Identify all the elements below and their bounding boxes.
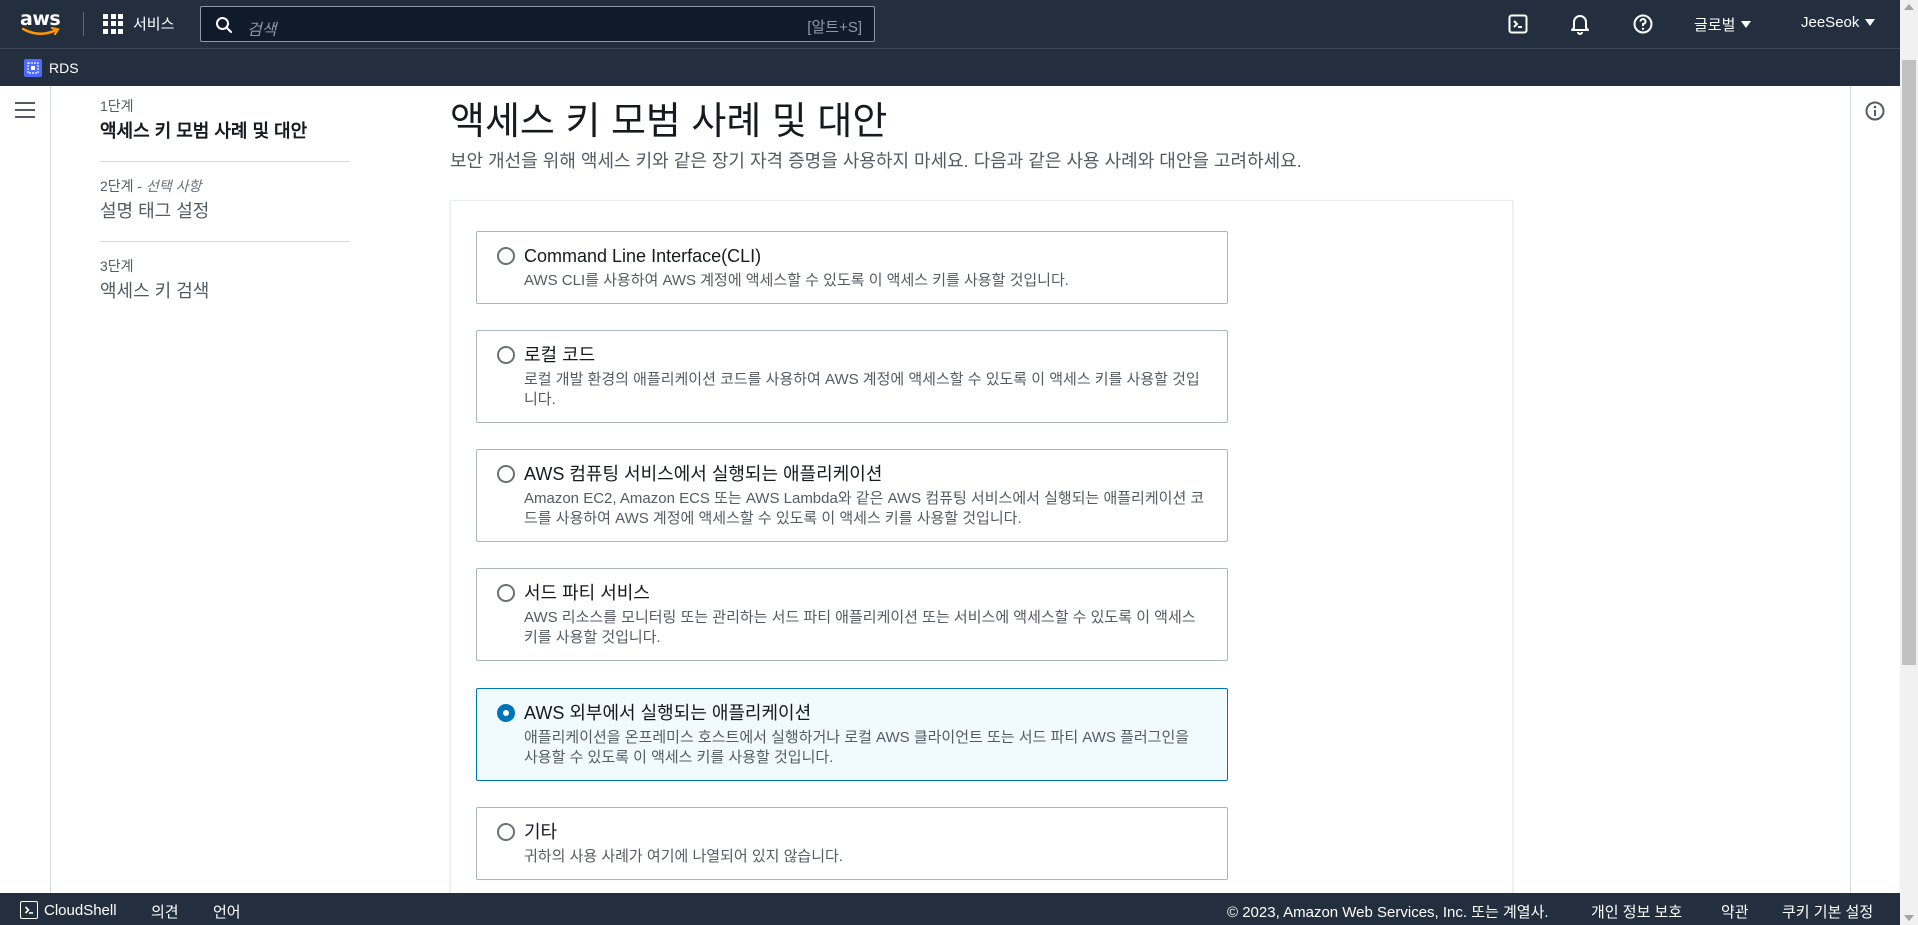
caret-down-icon [1741,21,1752,28]
language-label: 언어 [213,904,241,921]
user-label: JeeSeok [1801,14,1860,31]
aws-logo[interactable]: aws [20,10,64,38]
wizard-step-2[interactable]: 2단계 - 선택 사항 설명 태그 설정 [100,176,350,242]
option-description: AWS 리소스를 모니터링 또는 관리하는 서드 파티 애플리케이션 또는 서비… [524,609,1196,646]
cloudshell-label: CloudShell [44,901,117,919]
privacy-link[interactable]: 개인 정보 보호 [1591,901,1682,922]
search-input[interactable]: 검색 [알트+S] [200,6,875,42]
use-case-option-cli[interactable]: Command Line Interface(CLI) AWS CLI를 사용하… [476,231,1228,304]
scroll-down-arrow-icon[interactable] [1904,915,1914,921]
copyright-label: © 2023, Amazon Web Services, Inc. 또는 계열사… [1227,904,1549,921]
cloudshell-icon[interactable] [1506,12,1530,36]
privacy-label: 개인 정보 보호 [1591,904,1683,921]
services-menu-button[interactable]: 서비스 [103,13,174,34]
feedback-link[interactable]: 의견 [151,901,179,922]
option-description: 귀하의 사용 사례가 여기에 나열되어 있지 않습니다. [524,848,843,865]
help-icon[interactable] [1631,12,1655,36]
page-title: 액세스 키 모범 사례 및 대안 [450,101,888,143]
option-description: 로컬 개발 환경의 애플리케이션 코드를 사용하여 AWS 계정에 액세스할 수… [524,371,1200,408]
grid-icon [103,13,123,34]
use-case-option-aws-compute[interactable]: AWS 컴퓨팅 서비스에서 실행되는 애플리케이션 Amazon EC2, Am… [476,449,1228,542]
feedback-label: 의견 [151,904,179,921]
radio-button[interactable] [497,584,515,602]
page-description: 보안 개선을 위해 액세스 키와 같은 장기 자격 증명을 사용하지 마세요. … [450,151,1302,171]
rds-shortcut[interactable]: RDS [24,59,79,77]
copyright-text: © 2023, Amazon Web Services, Inc. 또는 계열사… [1227,901,1549,922]
step-title: 액세스 키 검색 [100,281,210,301]
use-case-option-local-code[interactable]: 로컬 코드 로컬 개발 환경의 애플리케이션 코드를 사용하여 AWS 계정에 … [476,330,1228,423]
cookie-preferences-label: 쿠키 기본 설정 [1782,904,1874,921]
option-title: 기타 [524,822,558,842]
use-case-option-outside-aws[interactable]: AWS 외부에서 실행되는 애플리케이션 애플리케이션을 온프레미스 호스트에서… [476,688,1228,781]
bell-icon[interactable] [1568,12,1592,36]
aws-logo-text: aws [20,8,61,30]
page-scrollbar[interactable] [1900,0,1918,925]
use-case-option-third-party[interactable]: 서드 파티 서비스 AWS 리소스를 모니터링 또는 관리하는 서드 파티 애플… [476,568,1228,661]
option-title: AWS 컴퓨팅 서비스에서 실행되는 애플리케이션 [524,464,883,484]
wizard-steps: 1단계 액세스 키 모범 사례 및 대안 2단계 - 선택 사항 설명 태그 설… [100,96,350,335]
option-title: 로컬 코드 [524,345,596,365]
step-number: 1단계 [100,98,134,114]
step-title: 액세스 키 모범 사례 및 대안 [100,121,308,141]
search-shortcut-hint: [알트+S] [807,19,862,36]
option-description: Amazon EC2, Amazon ECS 또는 AWS Lambda와 같은… [524,490,1205,527]
radio-button[interactable] [497,465,515,483]
option-description: 애플리케이션을 온프레미스 호스트에서 실행하거나 로컬 AWS 클라이언트 또… [524,729,1190,766]
option-title: AWS 외부에서 실행되는 애플리케이션 [524,703,812,723]
nav-divider [83,12,84,36]
step-number: 3단계 [100,258,134,274]
radio-button-selected[interactable] [497,704,515,722]
wizard-step-1[interactable]: 1단계 액세스 키 모범 사례 및 대안 [100,96,350,162]
terms-link[interactable]: 약관 [1721,901,1749,922]
cloudshell-button[interactable]: CloudShell [20,901,117,919]
language-link[interactable]: 언어 [213,901,241,922]
rds-service-icon [24,59,42,77]
scroll-up-arrow-icon[interactable] [1904,4,1914,10]
top-navigation-bar: aws 서비스 검색 [알트+S] 글로벌 JeeSeok [0,0,1900,48]
option-title: Command Line Interface(CLI) [524,246,762,266]
hamburger-menu-icon[interactable] [15,102,35,118]
region-label: 글로벌 [1694,17,1736,34]
cloudshell-icon [20,901,38,919]
left-side-rail [0,86,51,893]
use-case-container: Command Line Interface(CLI) AWS CLI를 사용하… [450,200,1513,900]
radio-button[interactable] [497,247,515,265]
caret-down-icon [1865,19,1876,26]
radio-button[interactable] [497,823,515,841]
option-description: AWS CLI를 사용하여 AWS 계정에 액세스할 수 있도록 이 액세스 키… [524,272,1069,289]
option-title: 서드 파티 서비스 [524,583,650,603]
cookie-preferences-link[interactable]: 쿠키 기본 설정 [1782,901,1873,922]
use-case-option-other[interactable]: 기타 귀하의 사용 사례가 여기에 나열되어 있지 않습니다. [476,807,1228,880]
account-menu[interactable]: JeeSeok [1801,14,1876,31]
search-icon [216,17,232,33]
console-footer: CloudShell 의견 언어 © 2023, Amazon Web Serv… [0,893,1900,925]
step-number: 2단계 - 선택 사항 [100,176,350,196]
step-number-text: 2단계 - [100,178,146,194]
radio-button[interactable] [497,346,515,364]
right-side-rail [1850,86,1900,893]
step-optional-label: 선택 사항 [146,178,202,194]
step-title: 설명 태그 설정 [100,201,210,221]
favorites-bar: RDS [0,48,1900,86]
info-icon[interactable] [1865,101,1885,121]
region-selector[interactable]: 글로벌 [1694,14,1752,35]
aws-smile-icon [22,27,60,36]
scrollbar-thumb[interactable] [1902,60,1916,665]
rds-label: RDS [49,60,79,76]
terms-label: 약관 [1721,904,1749,921]
wizard-step-3[interactable]: 3단계 액세스 키 검색 [100,256,350,321]
services-label: 서비스 [133,16,175,33]
search-placeholder: 검색 [247,22,277,39]
